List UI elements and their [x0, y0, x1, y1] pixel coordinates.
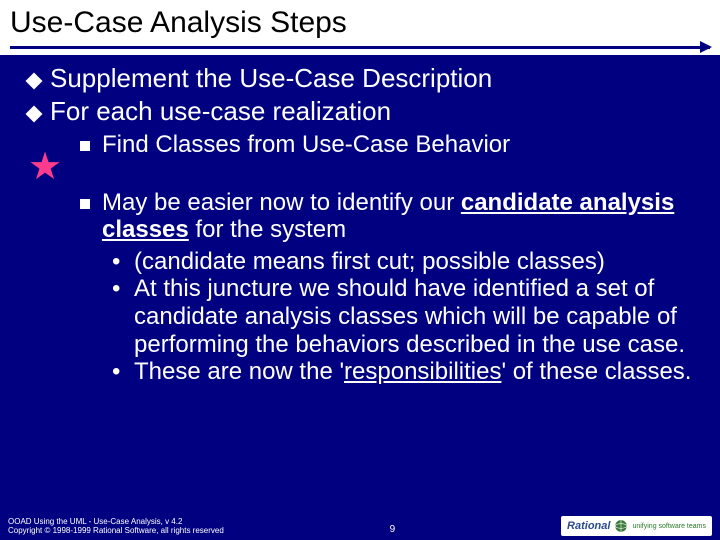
text-run: ' of these classes. — [501, 358, 691, 385]
bullet-text: (candidate means first cut; possible cla… — [134, 248, 605, 276]
bullet-dot-icon: • — [112, 248, 126, 276]
page-number: 9 — [224, 524, 561, 536]
text-run: These are now the ' — [134, 358, 344, 385]
rational-logo: Rational unifying software teams — [561, 516, 712, 536]
square-icon — [80, 141, 90, 151]
bullet-text: At this juncture we should have identifi… — [134, 275, 700, 358]
slide-footer: OOAD Using the UML - Use-Case Analysis, … — [0, 512, 720, 540]
square-icon — [80, 199, 90, 209]
bullet-level3: • These are now the 'responsibilities' o… — [112, 358, 700, 386]
star-icon: ★ — [28, 148, 62, 186]
diamond-icon — [26, 106, 43, 123]
bullet-level2: May be easier now to identify our candid… — [80, 189, 700, 244]
bullet-text: Find Classes from Use-Case Behavior — [102, 131, 510, 159]
footer-left: OOAD Using the UML - Use-Case Analysis, … — [8, 517, 224, 536]
footer-line2: Copyright © 1998-1999 Rational Software,… — [8, 526, 224, 536]
title-rule-wrap — [0, 46, 720, 55]
diamond-icon — [26, 73, 43, 90]
bullet-text: These are now the 'responsibilities' of … — [134, 358, 691, 386]
text-run: May be easier now to identify our — [102, 189, 461, 216]
footer-line1: OOAD Using the UML - Use-Case Analysis, … — [8, 517, 224, 527]
logo-text: Rational — [567, 520, 610, 532]
globe-icon — [614, 519, 628, 533]
bullet-dot-icon: • — [112, 358, 126, 386]
slide-title: Use-Case Analysis Steps — [0, 0, 720, 46]
bullet-level2: Find Classes from Use-Case Behavior — [80, 131, 700, 159]
bullet-level3: • At this juncture we should have identi… — [112, 275, 700, 358]
bullet-level3: • (candidate means first cut; possible c… — [112, 248, 700, 276]
text-underline: responsibilities — [344, 358, 501, 385]
bullet-text: For each use-case realization — [50, 96, 391, 127]
bullet-text: May be easier now to identify our candid… — [102, 189, 700, 244]
bullet-text: Supplement the Use-Case Description — [50, 63, 492, 94]
bullet-level1: Supplement the Use-Case Description — [28, 63, 700, 94]
bullet-dot-icon: • — [112, 275, 126, 303]
bullet-level1: For each use-case realization — [28, 96, 700, 127]
logo-tagline: unifying software teams — [632, 523, 706, 530]
slide-content: Supplement the Use-Case Description For … — [0, 55, 720, 386]
title-rule — [10, 46, 710, 49]
spacer — [20, 163, 700, 185]
text-run: for the system — [189, 216, 346, 243]
